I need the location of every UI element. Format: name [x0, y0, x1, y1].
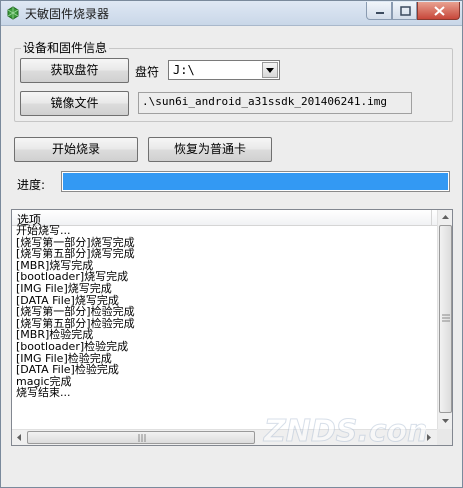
drive-select-value: J:\ — [173, 63, 195, 77]
progress-fill — [63, 173, 448, 190]
scroll-right-icon[interactable] — [421, 430, 436, 445]
minimize-button[interactable] — [366, 2, 392, 20]
header-divider — [431, 210, 432, 225]
log-column-header[interactable]: 选项 — [12, 210, 437, 227]
vertical-scrollbar[interactable] — [437, 210, 453, 429]
log-line: [DATA File]检验完成 — [16, 363, 119, 377]
title-bar[interactable]: 天敏固件烧录器 — [1, 1, 462, 26]
scroll-down-icon[interactable] — [438, 413, 453, 428]
restore-normal-card-button[interactable]: 恢复为普通卡 — [148, 137, 272, 162]
scrollbar-corner — [437, 429, 452, 445]
grip-icon — [138, 434, 146, 442]
log-line: 烧写结束... — [16, 386, 71, 400]
main-window: 天敏固件烧录器 设备和固件信息 获取盘符 盘符 J:\ 镜像文件 .\sun6i… — [0, 0, 463, 488]
image-path-field: .\sun6i_android_a31ssdk_201406241.img — [138, 92, 412, 114]
maximize-button[interactable] — [392, 2, 417, 20]
drive-select[interactable]: J:\ — [168, 60, 280, 80]
image-path-text: .\sun6i_android_a31ssdk_201406241.img — [142, 95, 388, 108]
progress-label: 进度: — [17, 178, 46, 192]
start-burn-button[interactable]: 开始烧录 — [14, 137, 138, 162]
vertical-scroll-thumb[interactable] — [439, 225, 452, 413]
chevron-down-icon — [266, 68, 274, 73]
log-line: [IMG File]烧写完成 — [16, 281, 112, 295]
grip-icon — [442, 314, 450, 322]
log-line: [烧写第一部分]检验完成 — [16, 305, 135, 319]
log-line: [bootloader]检验完成 — [16, 339, 129, 353]
maximize-icon — [400, 6, 411, 16]
log-list[interactable]: 选项 开始烧写... [烧写第一部分]烧写完成 [烧写第五部分]烧写完成 [MBR]烧… — [11, 209, 453, 446]
horizontal-scroll-thumb[interactable] — [27, 431, 255, 444]
window-title: 天敏固件烧录器 — [25, 7, 110, 21]
close-icon — [434, 6, 445, 16]
close-button[interactable] — [417, 2, 460, 20]
get-drive-button[interactable]: 获取盘符 — [20, 58, 129, 83]
group-label: 设备和固件信息 — [21, 39, 110, 56]
log-line: magic完成 — [16, 374, 72, 388]
minimize-icon — [376, 12, 384, 14]
log-rows: 开始烧写... [烧写第一部分]烧写完成 [烧写第五部分]烧写完成 [MBR]烧写完成… — [16, 225, 434, 399]
scroll-left-icon[interactable] — [12, 430, 27, 445]
log-line: 开始烧写... — [16, 224, 71, 237]
scroll-up-icon[interactable] — [438, 210, 453, 225]
image-file-button[interactable]: 镜像文件 — [20, 91, 129, 116]
drive-label: 盘符 — [135, 65, 160, 79]
horizontal-scrollbar[interactable] — [12, 429, 437, 445]
dropdown-arrow-button[interactable] — [262, 62, 278, 78]
progress-bar — [61, 171, 450, 192]
app-icon — [7, 6, 19, 20]
